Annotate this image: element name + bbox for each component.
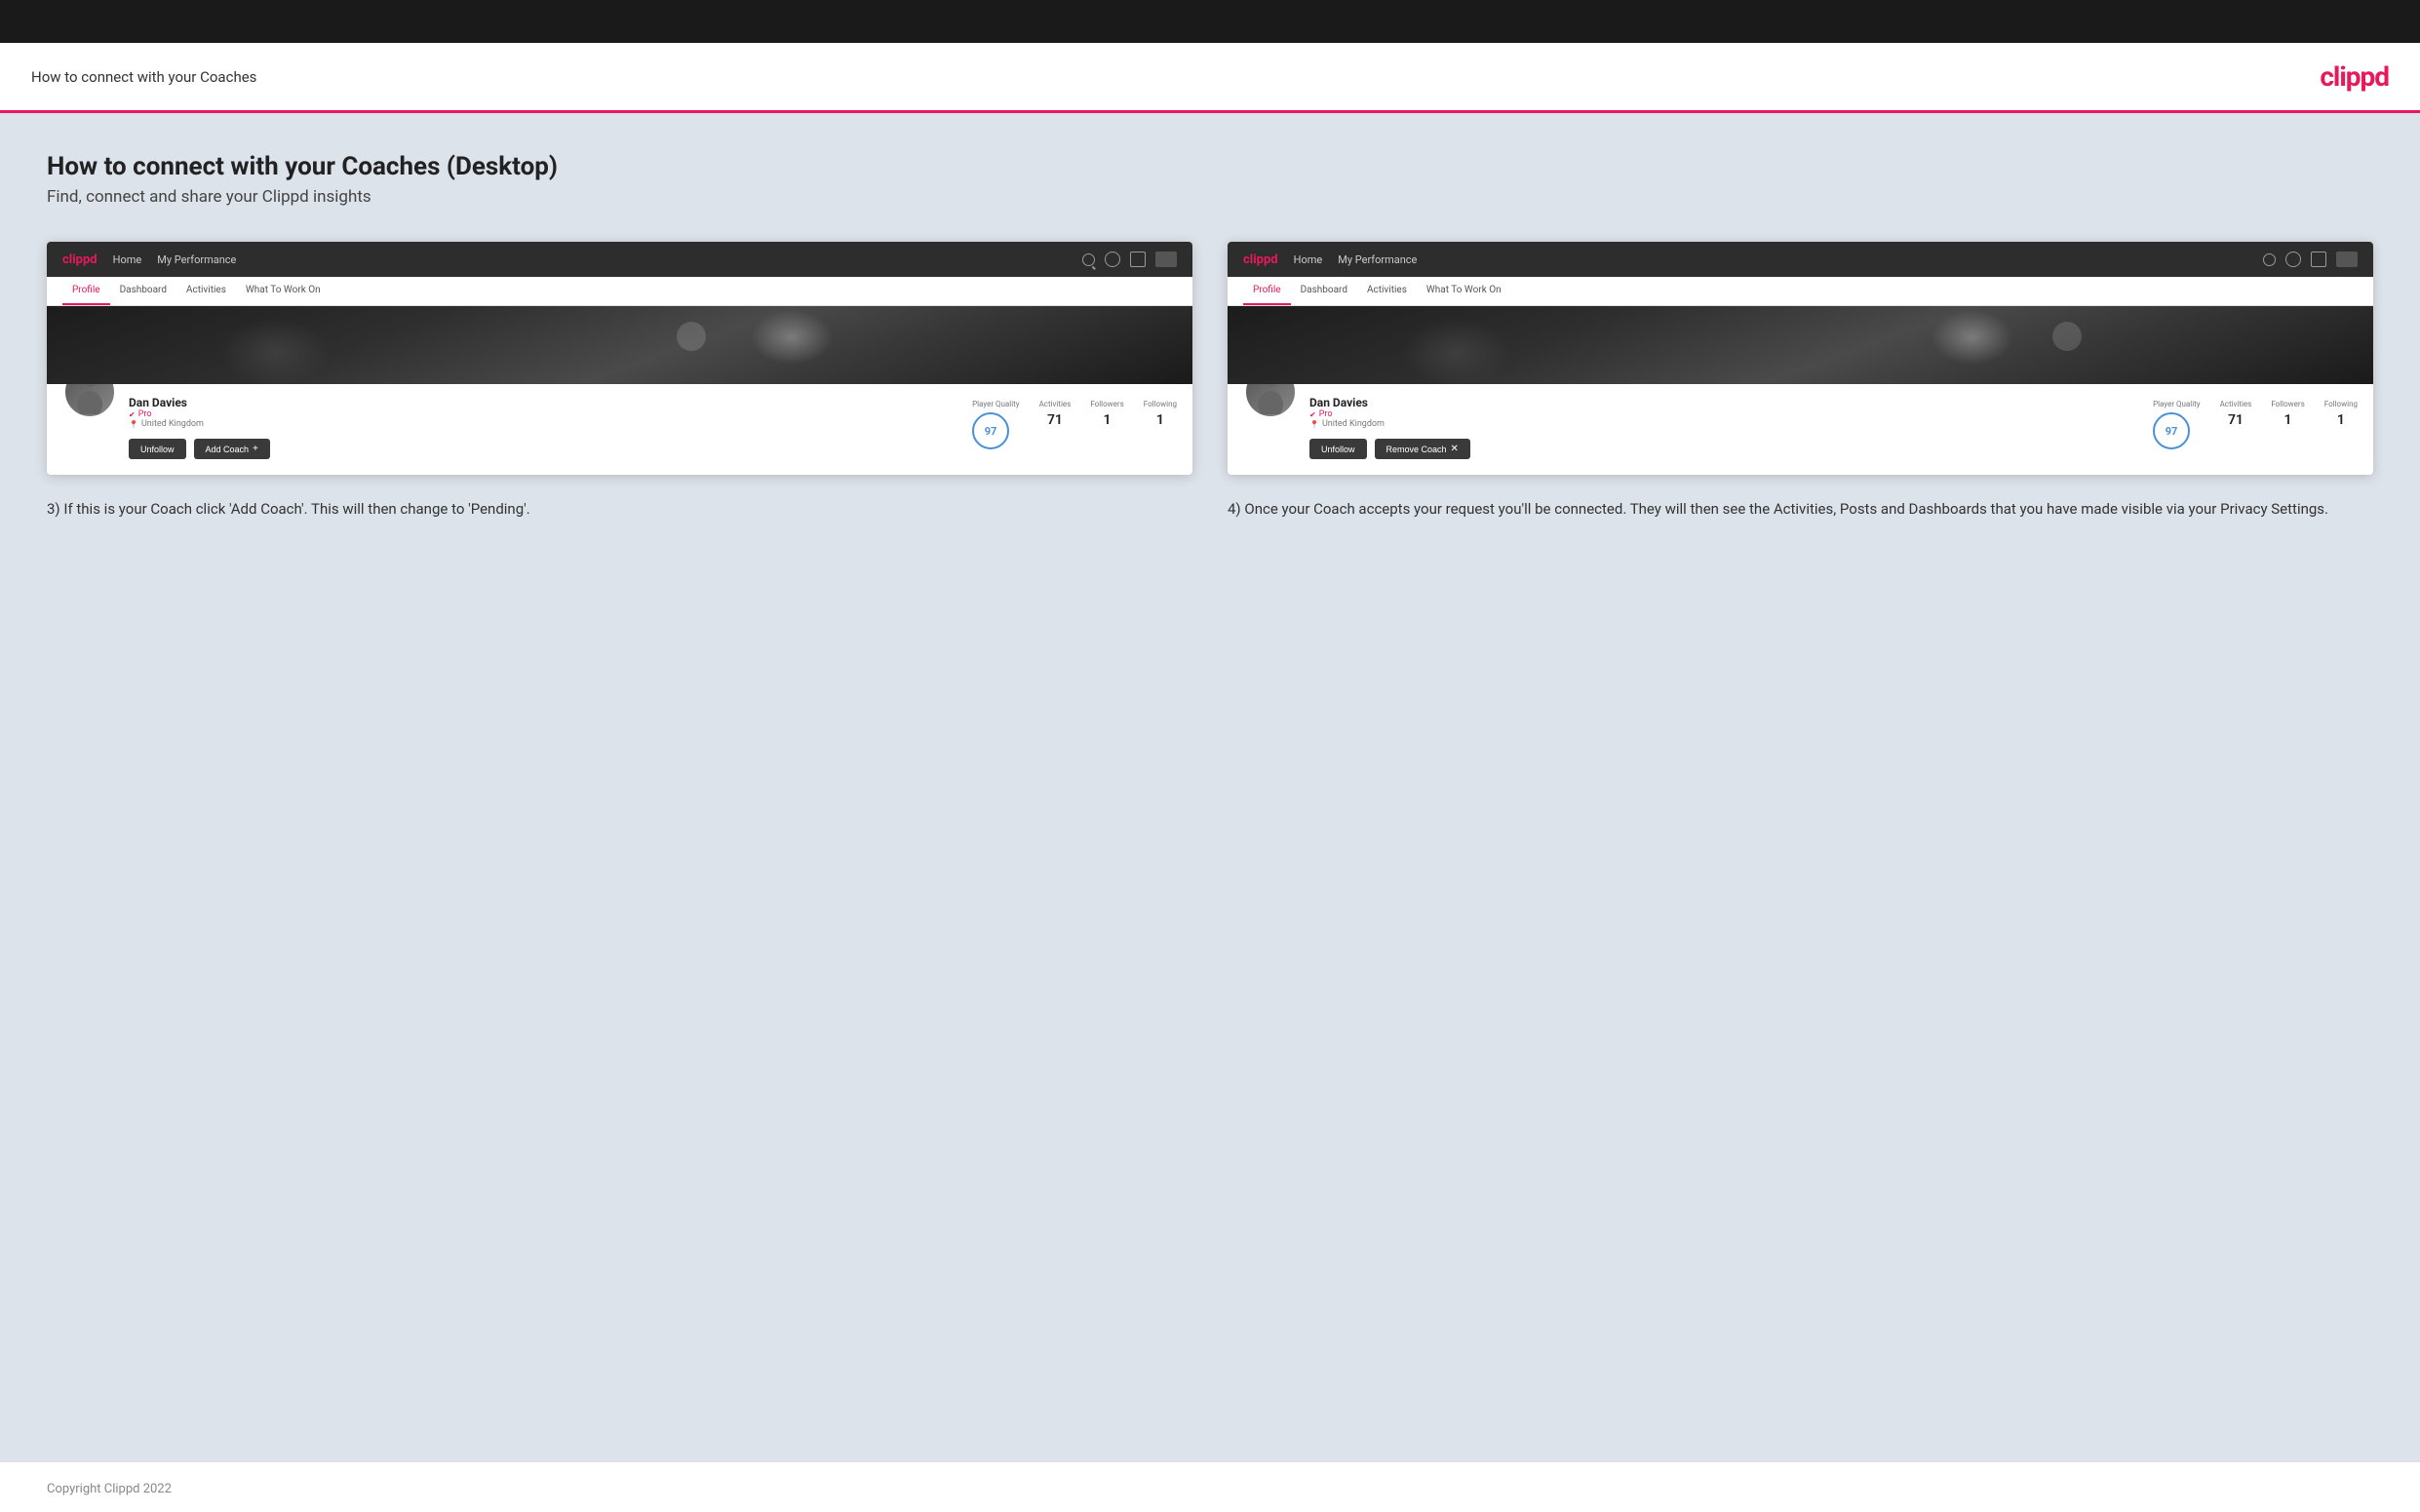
- step4-activities-value: 71: [2220, 412, 2252, 428]
- step3-following-value: 1: [1144, 412, 1177, 428]
- step4-stat-following: Following 1: [2324, 400, 2358, 428]
- top-bar: [0, 0, 2420, 43]
- step4-cover-photo: [1228, 306, 2373, 384]
- step4-user-badge: ✔ Pro: [1309, 409, 2141, 419]
- step4-stats: Player Quality 97 Activities 71 Follower…: [2153, 392, 2358, 449]
- step3-activities-label: Activities: [1039, 400, 1072, 408]
- step3-profile-section: Dan Davies ✔ Pro 📍 United Kingdom Unfoll…: [47, 384, 1192, 475]
- step3-nav-icons: [1082, 252, 1177, 267]
- step4-avatar-icon[interactable]: [2336, 252, 2358, 267]
- step4-settings-icon[interactable]: [2311, 252, 2326, 267]
- step4-following-label: Following: [2324, 400, 2358, 408]
- step3-stat-following: Following 1: [1144, 400, 1177, 428]
- step3-user-icon[interactable]: [1105, 252, 1120, 267]
- step3-quality-label: Player Quality: [972, 400, 1020, 408]
- step4-profile-section: Dan Davies ✔ Pro 📍 United Kingdom Unfoll…: [1228, 384, 2373, 475]
- step4-nav-performance[interactable]: My Performance: [1338, 253, 1417, 266]
- step3-nav-performance[interactable]: My Performance: [157, 253, 236, 266]
- step4-nav-links: Home My Performance: [1294, 253, 1418, 266]
- logo: clippd: [2320, 60, 2389, 93]
- step3-tab-workOn[interactable]: What To Work On: [236, 277, 331, 305]
- step3-browser: clippd Home My Performance: [47, 242, 1192, 475]
- step3-nav: clippd Home My Performance: [47, 242, 1192, 277]
- step3-tab-profile[interactable]: Profile: [62, 277, 110, 305]
- step3-unfollow-button[interactable]: Unfollow: [129, 439, 186, 459]
- step4-user-location: 📍 United Kingdom: [1309, 419, 2141, 429]
- screenshots-row: clippd Home My Performance: [47, 242, 2373, 521]
- step3-following-label: Following: [1144, 400, 1177, 408]
- step4-activities-label: Activities: [2220, 400, 2252, 408]
- step4-tab-activities[interactable]: Activities: [1357, 277, 1417, 305]
- step3-nav-home[interactable]: Home: [113, 253, 142, 266]
- step3-nav-logo: clippd: [62, 252, 98, 267]
- step4-user-name: Dan Davies: [1309, 396, 2141, 409]
- step3-user-name: Dan Davies: [129, 396, 960, 409]
- step3-user-location: 📍 United Kingdom: [129, 419, 960, 429]
- step3-nav-links: Home My Performance: [113, 253, 237, 266]
- step3-description: 3) If this is your Coach click 'Add Coac…: [47, 498, 1192, 521]
- step4-browser: clippd Home My Performance Profile: [1228, 242, 2373, 475]
- step3-search-icon[interactable]: [1082, 253, 1095, 266]
- cover-circle-2: [2052, 322, 2082, 351]
- footer-copyright: Copyright Clippd 2022: [47, 1482, 172, 1496]
- step3-stats: Player Quality 97 Activities 71 Follower…: [972, 392, 1177, 449]
- step4-unfollow-button[interactable]: Unfollow: [1309, 439, 1367, 459]
- step3-stat-activities: Activities 71: [1039, 400, 1072, 428]
- step3-followers-value: 1: [1090, 412, 1123, 428]
- step3-cover-photo: [47, 306, 1192, 384]
- step3-stat-quality: Player Quality 97: [972, 400, 1020, 449]
- step4-user-icon[interactable]: [2285, 252, 2301, 267]
- step4-nav-icons: [2263, 252, 2358, 267]
- step3-activities-value: 71: [1039, 412, 1072, 428]
- step4-nav-home[interactable]: Home: [1294, 253, 1323, 266]
- header-title: How to connect with your Coaches: [31, 68, 256, 86]
- step4-column: clippd Home My Performance Profile: [1228, 242, 2373, 521]
- step3-avatar-icon[interactable]: [1155, 252, 1177, 267]
- step3-user-info: Dan Davies ✔ Pro 📍 United Kingdom Unfoll…: [117, 392, 972, 459]
- step4-buttons: Unfollow Remove Coach ✕: [1309, 439, 2141, 459]
- step4-tab-workOn[interactable]: What To Work On: [1417, 277, 1511, 305]
- step3-settings-icon[interactable]: [1130, 252, 1146, 267]
- step4-quality-label: Player Quality: [2153, 400, 2201, 408]
- step3-add-coach-button[interactable]: Add Coach +: [194, 439, 270, 459]
- main-content: How to connect with your Coaches (Deskto…: [0, 113, 2420, 1461]
- step3-stat-followers: Followers 1: [1090, 400, 1123, 428]
- step3-column: clippd Home My Performance: [47, 242, 1192, 521]
- step4-cover-decoration: [1228, 306, 2373, 384]
- step4-tabs: Profile Dashboard Activities What To Wor…: [1228, 277, 2373, 306]
- header: How to connect with your Coaches clippd: [0, 43, 2420, 113]
- step4-remove-coach-button[interactable]: Remove Coach ✕: [1375, 439, 1470, 459]
- page-subheading: Find, connect and share your Clippd insi…: [47, 187, 2373, 207]
- step4-search-icon[interactable]: [2263, 253, 2276, 266]
- step4-followers-label: Followers: [2271, 400, 2304, 408]
- step4-stat-quality: Player Quality 97: [2153, 400, 2201, 449]
- step3-quality-value: 97: [972, 412, 1009, 449]
- step3-user-badge: ✔ Pro: [129, 409, 960, 419]
- step3-tab-dashboard[interactable]: Dashboard: [110, 277, 176, 305]
- step4-tab-profile[interactable]: Profile: [1243, 277, 1291, 305]
- step4-quality-value: 97: [2153, 412, 2190, 449]
- step4-user-info: Dan Davies ✔ Pro 📍 United Kingdom Unfoll…: [1298, 392, 2153, 459]
- step3-followers-label: Followers: [1090, 400, 1123, 408]
- page-heading: How to connect with your Coaches (Deskto…: [47, 152, 2373, 181]
- step3-tabs: Profile Dashboard Activities What To Wor…: [47, 277, 1192, 306]
- step4-nav: clippd Home My Performance: [1228, 242, 2373, 277]
- step4-tab-dashboard[interactable]: Dashboard: [1291, 277, 1357, 305]
- footer: Copyright Clippd 2022: [0, 1461, 2420, 1512]
- step3-tab-activities[interactable]: Activities: [176, 277, 236, 305]
- step4-stat-activities: Activities 71: [2220, 400, 2252, 428]
- step4-followers-value: 1: [2271, 412, 2304, 428]
- step4-nav-logo: clippd: [1243, 252, 1278, 267]
- step3-cover-decoration: [47, 306, 1192, 384]
- step4-stat-followers: Followers 1: [2271, 400, 2304, 428]
- step4-following-value: 1: [2324, 412, 2358, 428]
- step3-buttons: Unfollow Add Coach +: [129, 439, 960, 459]
- cover-circle-1: [677, 322, 706, 351]
- step4-description: 4) Once your Coach accepts your request …: [1228, 498, 2373, 521]
